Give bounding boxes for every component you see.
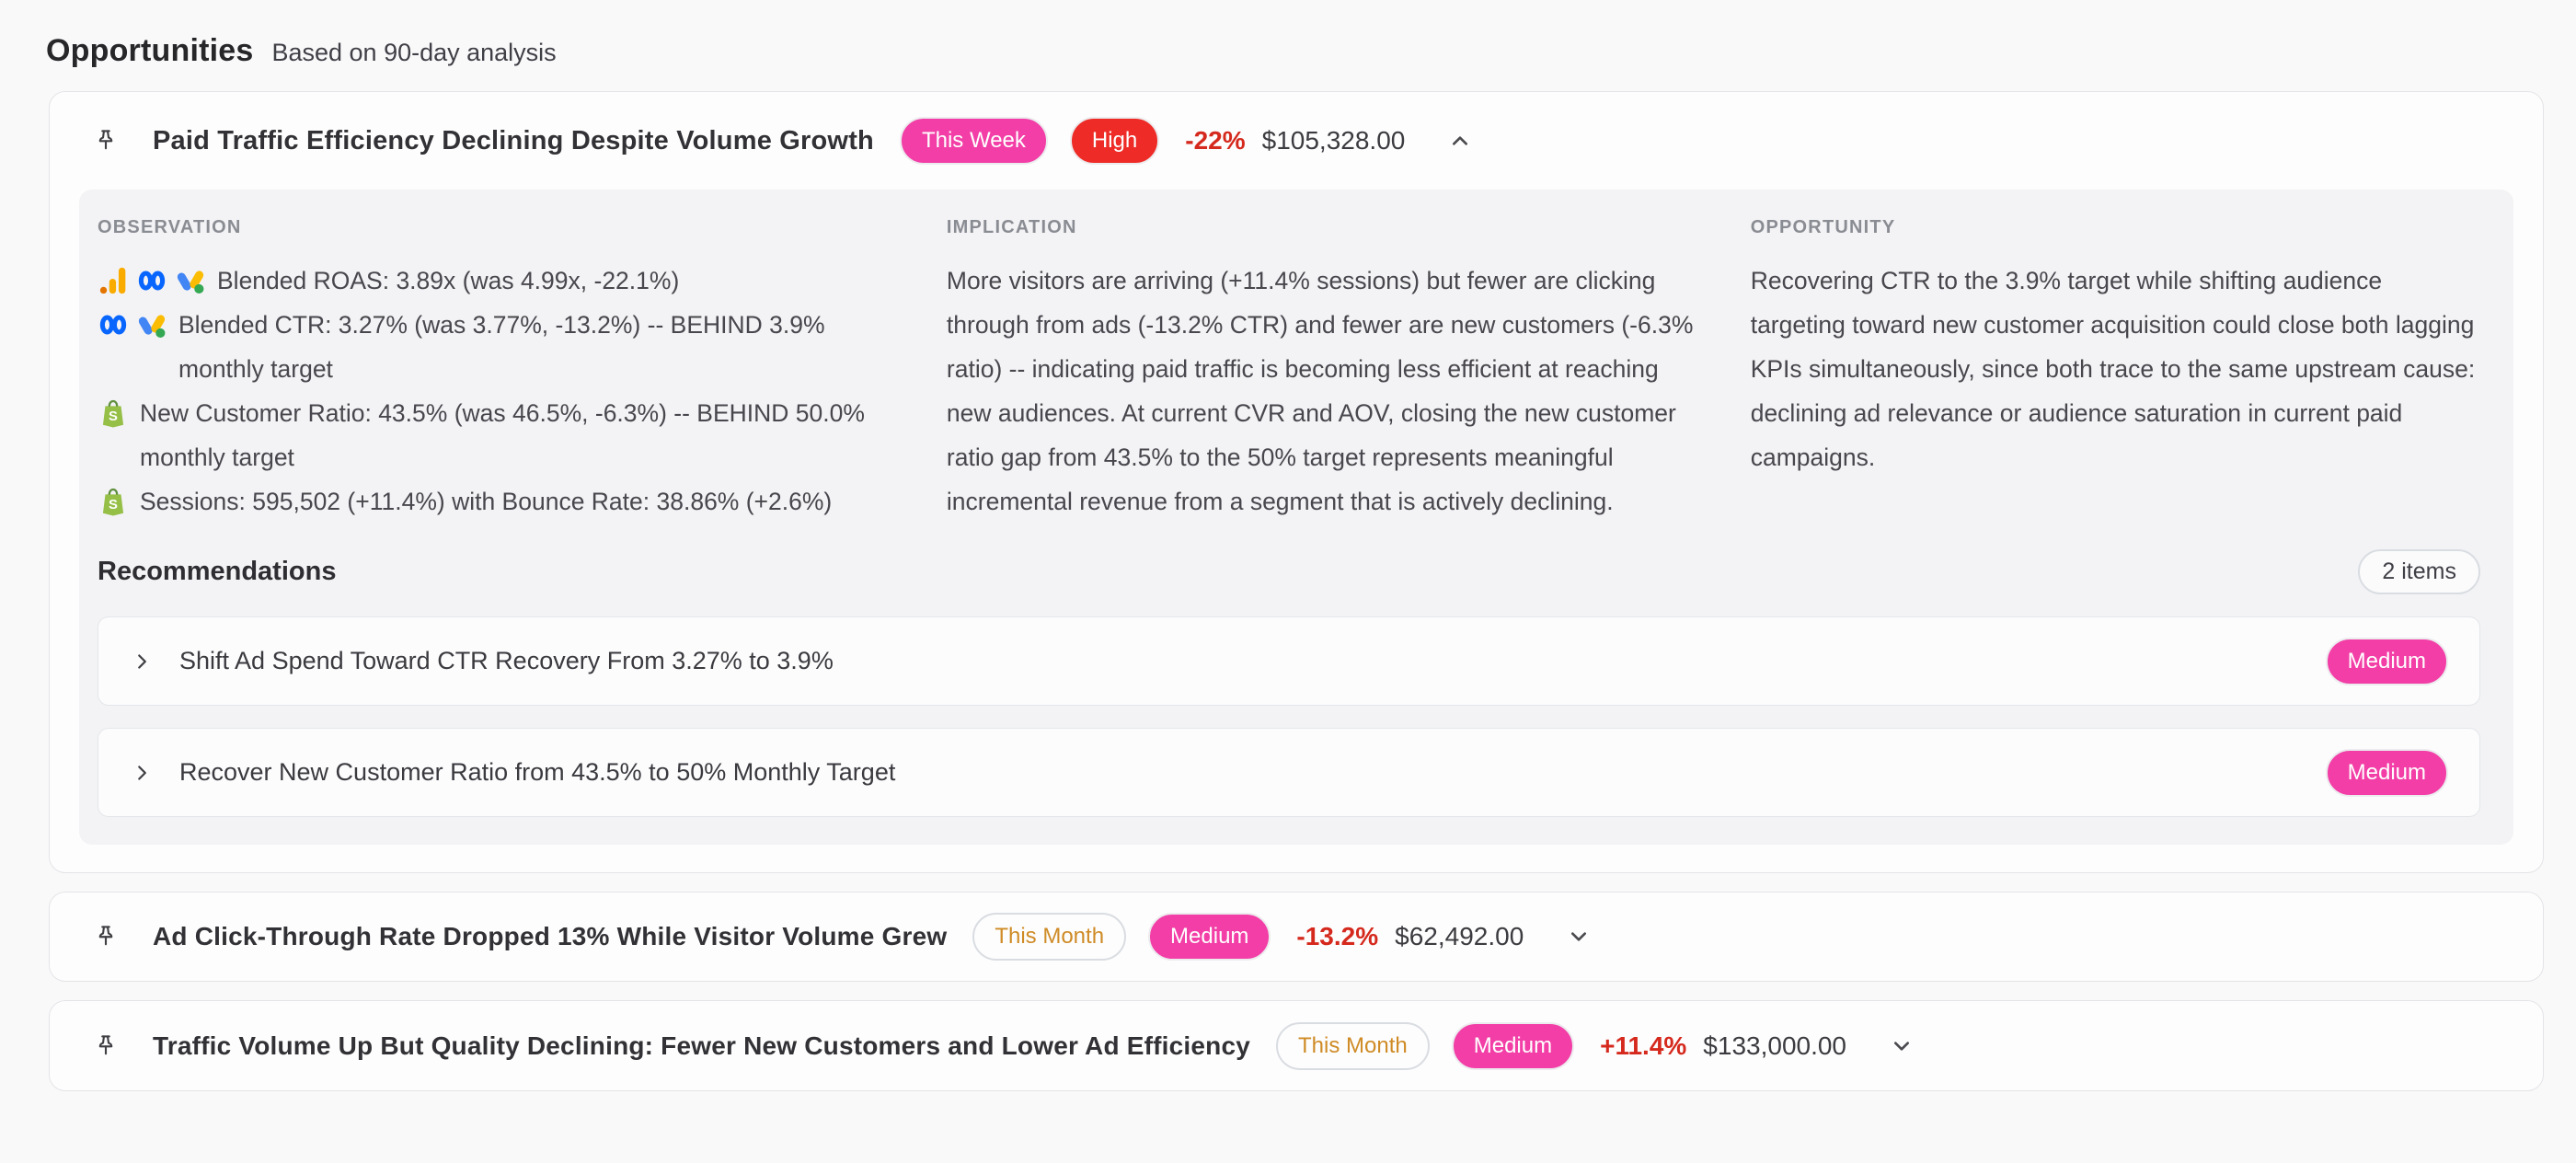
observation-item: S Sessions: 595,502 (+11.4%) with Bounce… [98,479,895,524]
severity-badge: High [1070,117,1159,165]
svg-text:S: S [109,409,118,424]
recommendation-title: Recover New Customer Ratio from 43.5% to… [179,758,895,787]
meta-icon [136,265,167,296]
severity-badge: Medium [1452,1022,1574,1070]
opportunity-text: Recovering CTR to the 3.9% target while … [1751,259,2480,479]
observation-text: Sessions: 595,502 (+11.4%) with Bounce R… [140,479,832,524]
observation-label: OBSERVATION [98,217,895,238]
google-ads-icon [175,265,206,296]
opportunity-column: OPPORTUNITY Recovering CTR to the 3.9% t… [1751,217,2480,524]
chevron-down-icon[interactable] [1564,922,1593,951]
timeframe-badge: This Week [900,117,1048,165]
implication-label: IMPLICATION [947,217,1699,238]
effort-badge: Medium [2326,749,2448,797]
amount-value: $105,328.00 [1262,126,1406,155]
chevron-down-icon[interactable] [1887,1031,1916,1061]
effort-badge: Medium [2326,638,2448,685]
recommendations-heading: Recommendations [98,557,336,587]
opportunity-card-header[interactable]: Paid Traffic Efficiency Declining Despit… [50,92,2543,190]
opportunity-card-header[interactable]: Traffic Volume Up But Quality Declining:… [50,1001,2543,1090]
recommendation-row[interactable]: Shift Ad Spend Toward CTR Recovery From … [98,616,2480,706]
observation-text: New Customer Ratio: 43.5% (was 46.5%, -6… [140,391,895,479]
opportunity-card-header[interactable]: Ad Click-Through Rate Dropped 13% While … [50,892,2543,981]
google-ads-icon [136,309,167,340]
observation-item: Blended CTR: 3.27% (was 3.77%, -13.2%) -… [98,303,895,391]
timeframe-badge: This Month [1276,1022,1430,1070]
delta-value: +11.4% [1600,1031,1686,1061]
opportunity-card: Paid Traffic Efficiency Declining Despit… [49,91,2544,873]
shopify-icon: S [98,486,129,517]
analysis-columns: OBSERVATION [98,217,2480,524]
timeframe-badge: This Month [972,913,1126,961]
pin-icon[interactable] [92,1032,120,1060]
chevron-right-icon[interactable] [130,650,154,674]
observation-item: Blended ROAS: 3.89x (was 4.99x, -22.1%) [98,259,895,303]
opportunity-title: Ad Click-Through Rate Dropped 13% While … [153,922,947,951]
observation-text: Blended CTR: 3.27% (was 3.77%, -13.2%) -… [178,303,895,391]
recommendation-title: Shift Ad Spend Toward CTR Recovery From … [179,647,834,675]
observation-item: S New Customer Ratio: 43.5% (was 46.5%, … [98,391,895,479]
opportunity-card: Ad Click-Through Rate Dropped 13% While … [49,892,2544,982]
opportunity-card: Traffic Volume Up But Quality Declining:… [49,1000,2544,1091]
opportunity-title: Paid Traffic Efficiency Declining Despit… [153,126,874,156]
page-heading: Opportunities Based on 90-day analysis [46,33,2548,69]
recommendations-count-badge: 2 items [2358,549,2480,594]
page-title: Opportunities [46,33,253,69]
meta-icon [98,309,129,340]
chevron-up-icon[interactable] [1445,126,1475,155]
opportunity-title: Traffic Volume Up But Quality Declining:… [153,1031,1250,1061]
implication-text: More visitors are arriving (+11.4% sessi… [947,259,1699,524]
delta-value: -13.2% [1296,922,1378,951]
severity-badge: Medium [1148,913,1271,961]
observation-column: OBSERVATION [98,217,895,524]
svg-text:S: S [109,498,118,512]
implication-column: IMPLICATION More visitors are arriving (… [947,217,1699,524]
recommendations-header: Recommendations 2 items [98,549,2480,594]
opportunity-label: OPPORTUNITY [1751,217,2480,238]
opportunities-page: Opportunities Based on 90-day analysis P… [0,0,2576,1163]
google-analytics-icon [98,265,129,296]
pin-icon[interactable] [92,127,120,155]
shopify-icon: S [98,397,129,429]
amount-value: $133,000.00 [1703,1031,1846,1061]
page-subtitle: Based on 90-day analysis [271,39,556,67]
delta-value: -22% [1185,126,1245,155]
observation-text: Blended ROAS: 3.89x (was 4.99x, -22.1%) [217,259,679,303]
opportunity-card-body: OBSERVATION [79,190,2513,845]
amount-value: $62,492.00 [1395,922,1524,951]
recommendation-row[interactable]: Recover New Customer Ratio from 43.5% to… [98,728,2480,817]
pin-icon[interactable] [92,923,120,950]
chevron-right-icon[interactable] [130,761,154,785]
